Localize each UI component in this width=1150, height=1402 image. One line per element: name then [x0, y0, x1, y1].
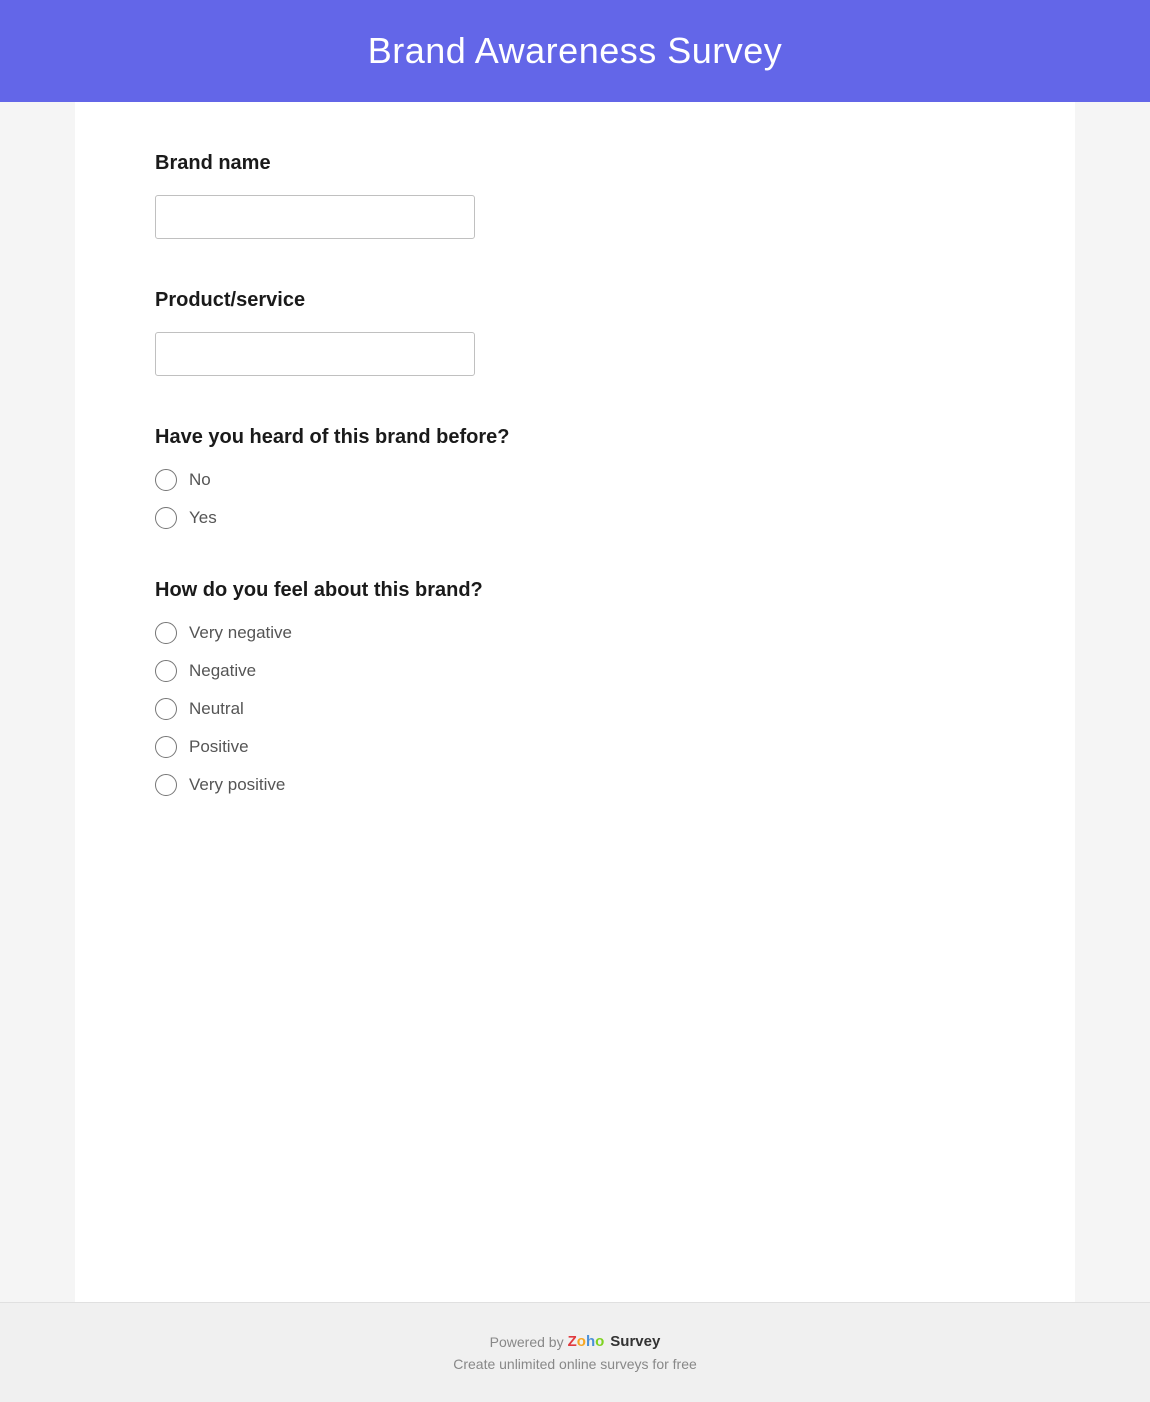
- feel-very-positive-radio[interactable]: [155, 774, 177, 796]
- feel-neutral-radio[interactable]: [155, 698, 177, 720]
- page-title: Brand Awareness Survey: [20, 30, 1130, 72]
- feel-neutral-item[interactable]: Neutral: [155, 698, 995, 720]
- feel-negative-item[interactable]: Negative: [155, 660, 995, 682]
- brand-name-label: Brand name: [155, 152, 995, 175]
- page-footer: Powered by Zoho Survey Create unlimited …: [0, 1302, 1150, 1402]
- product-service-label: Product/service: [155, 289, 995, 312]
- footer-tagline: Create unlimited online surveys for free: [20, 1356, 1130, 1372]
- zoho-o2-letter: o: [595, 1333, 604, 1350]
- feel-very-negative-radio[interactable]: [155, 622, 177, 644]
- heard-before-radio-group: No Yes: [155, 469, 995, 529]
- heard-before-yes-radio[interactable]: [155, 507, 177, 529]
- heard-before-label: Have you heard of this brand before?: [155, 426, 995, 449]
- product-service-section: Product/service: [155, 289, 995, 376]
- heard-before-yes-item[interactable]: Yes: [155, 507, 995, 529]
- heard-before-no-item[interactable]: No: [155, 469, 995, 491]
- product-service-input[interactable]: [155, 332, 475, 376]
- heard-before-section: Have you heard of this brand before? No …: [155, 426, 995, 529]
- zoho-z-letter: Z: [568, 1333, 577, 1350]
- feel-about-section: How do you feel about this brand? Very n…: [155, 579, 995, 796]
- survey-word: Survey: [610, 1333, 660, 1350]
- zoho-h-letter: h: [586, 1333, 595, 1350]
- form-container: Brand name Product/service Have you hear…: [75, 102, 1075, 1302]
- feel-very-negative-item[interactable]: Very negative: [155, 622, 995, 644]
- feel-about-radio-group: Very negative Negative Neutral Positive …: [155, 622, 995, 796]
- feel-positive-item[interactable]: Positive: [155, 736, 995, 758]
- page-header: Brand Awareness Survey: [0, 0, 1150, 102]
- zoho-o1-letter: o: [577, 1333, 586, 1350]
- feel-very-positive-item[interactable]: Very positive: [155, 774, 995, 796]
- heard-before-yes-label: Yes: [189, 508, 217, 528]
- feel-very-negative-label: Very negative: [189, 623, 292, 643]
- powered-by-line: Powered by Zoho Survey: [20, 1333, 1130, 1350]
- brand-name-input[interactable]: [155, 195, 475, 239]
- feel-negative-radio[interactable]: [155, 660, 177, 682]
- powered-by-text: Powered by: [490, 1334, 564, 1350]
- zoho-logo: Zoho: [568, 1333, 605, 1350]
- feel-positive-radio[interactable]: [155, 736, 177, 758]
- feel-about-label: How do you feel about this brand?: [155, 579, 995, 602]
- feel-neutral-label: Neutral: [189, 699, 244, 719]
- heard-before-no-radio[interactable]: [155, 469, 177, 491]
- brand-name-section: Brand name: [155, 152, 995, 239]
- feel-positive-label: Positive: [189, 737, 249, 757]
- heard-before-no-label: No: [189, 470, 211, 490]
- feel-negative-label: Negative: [189, 661, 256, 681]
- feel-very-positive-label: Very positive: [189, 775, 285, 795]
